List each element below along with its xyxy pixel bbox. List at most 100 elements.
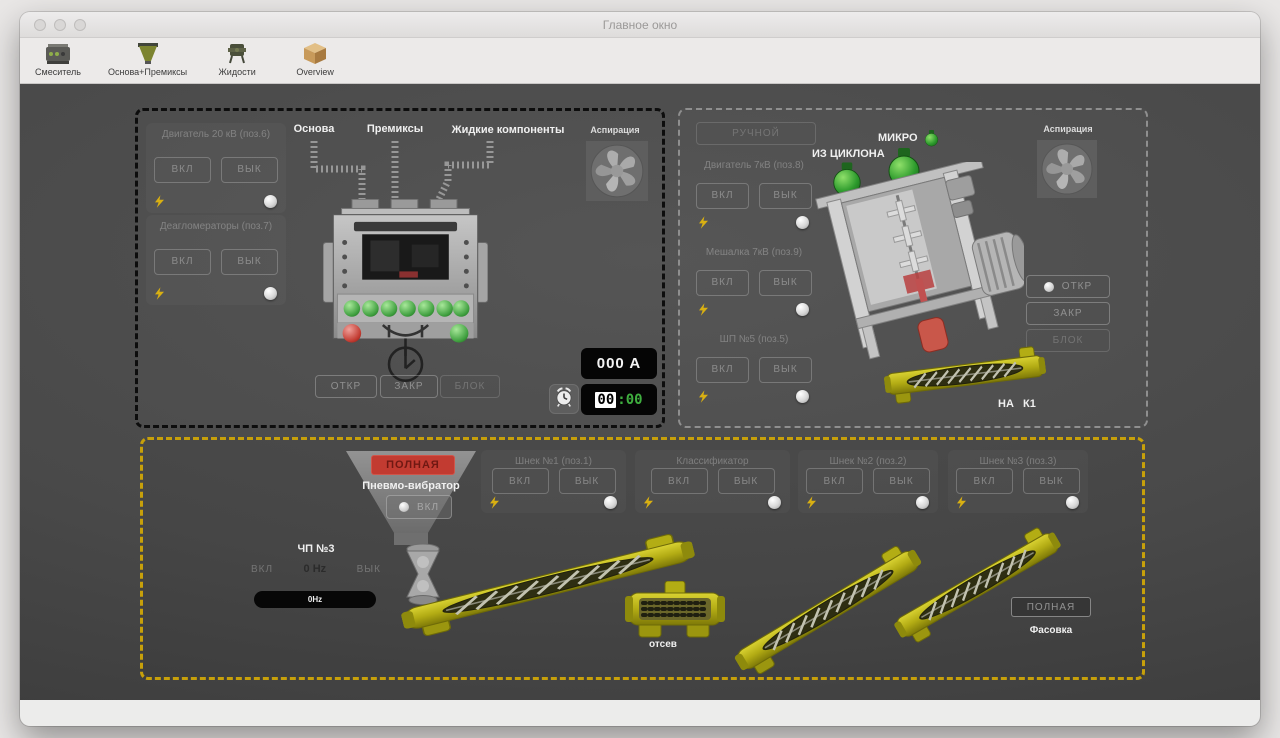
manual-mode-button[interactable]: РУЧНОЙ <box>696 122 816 145</box>
vibrator-on-label: ВКЛ <box>417 502 439 513</box>
vibrator-on-button[interactable]: ВКЛ <box>386 495 452 519</box>
status-dot-icon <box>1044 282 1054 292</box>
off-button[interactable]: ВЫК <box>718 468 775 494</box>
status-led <box>796 390 809 403</box>
packing-panel: ПОЛНАЯ Пневмо-вибратор ВКЛ ЧП №3 ВКЛ 0 H… <box>140 437 1145 680</box>
screw3-group: Шнек №3 (поз.3) ВКЛ ВЫК <box>948 450 1088 513</box>
on-button[interactable]: ВКЛ <box>956 468 1013 494</box>
micro-mixer-machine-image <box>814 162 1024 362</box>
open-button-label: ОТКР <box>1062 281 1092 292</box>
on-button[interactable]: ВКЛ <box>651 468 708 494</box>
off-button[interactable]: ВЫК <box>1023 468 1080 494</box>
mixer-machine-icon <box>45 41 71 66</box>
power-icon <box>807 496 816 509</box>
group-title: Шнек №1 (поз.1) <box>487 456 620 467</box>
on-button[interactable]: ВКЛ <box>696 270 749 296</box>
group-title: Шнек №3 (поз.3) <box>954 456 1082 467</box>
off-button[interactable]: ВЫК <box>759 183 812 209</box>
status-led <box>796 216 809 229</box>
on-button[interactable]: ВКЛ <box>806 468 863 494</box>
toolbar-label: Жидости <box>219 67 256 77</box>
screw1-group: Шнек №1 (поз.1) ВКЛ ВЫК <box>481 450 626 513</box>
classifier-group: Классификатор ВКЛ ВЫК <box>635 450 790 513</box>
toolbar-label: Overview <box>296 67 334 77</box>
power-icon <box>490 496 499 509</box>
status-led <box>916 496 929 509</box>
toolbar-item-mixer[interactable]: Смеситель <box>30 41 86 77</box>
status-led <box>768 496 781 509</box>
sieve-label: отсев <box>618 639 708 650</box>
micro-panel: РУЧНОЙ Двигатель 7кВ (поз.8) ВКЛ ВЫК Меш… <box>678 108 1148 428</box>
zoom-window-button[interactable] <box>74 19 86 31</box>
status-led <box>1066 496 1079 509</box>
motor-7kv-group: Двигатель 7кВ (поз.8) ВКЛ ВЫК <box>690 154 818 234</box>
liquids-machine-icon <box>224 41 250 66</box>
status-dot-icon <box>399 502 409 512</box>
status-led <box>796 303 809 316</box>
off-button[interactable]: ВЫК <box>559 468 616 494</box>
alarm-clock-icon <box>553 386 575 413</box>
micro-valve-icon <box>924 130 939 152</box>
app-window: Главное окно Смеситель Основа+Премиксы Ж… <box>20 12 1260 726</box>
toolbar-item-base-premixes[interactable]: Основа+Премиксы <box>108 41 187 77</box>
timer-seconds: :00 <box>617 392 642 408</box>
from-cyclone-label: ИЗ ЦИКЛОНА <box>812 148 885 160</box>
power-icon <box>644 496 653 509</box>
power-icon <box>957 496 966 509</box>
toolbar-item-overview[interactable]: Overview <box>287 41 343 77</box>
current-display: 000 A <box>581 348 657 379</box>
scada-canvas: Двигатель 20 кВ (поз.6) ВКЛ ВЫК Деагломе… <box>20 84 1260 700</box>
open-button[interactable]: ОТКР <box>1026 275 1110 298</box>
vfd-off-button[interactable]: ВЫК <box>357 564 381 575</box>
timer-display[interactable]: 00:00 <box>581 384 657 415</box>
window-title: Главное окно <box>603 18 677 32</box>
off-button[interactable]: ВЫК <box>759 270 812 296</box>
sieve-drum-image <box>625 581 725 639</box>
hopper-icon <box>135 41 161 66</box>
close-button[interactable]: ЗАКР <box>1026 302 1110 325</box>
toolbar-label: Основа+Премиксы <box>108 67 187 77</box>
close-window-button[interactable] <box>34 19 46 31</box>
power-icon <box>699 216 708 229</box>
mixer-panel: Двигатель 20 кВ (поз.6) ВКЛ ВЫК Деагломе… <box>135 108 665 428</box>
off-button[interactable]: ВЫК <box>759 357 812 383</box>
shp5-group: ШП №5 (поз.5) ВКЛ ВЫК <box>690 328 818 408</box>
vfd-frequency-bar: 0Hz <box>254 591 376 608</box>
toolbar: Смеситель Основа+Премиксы Жидости Overvi… <box>20 38 1260 84</box>
packing-label: Фасовка <box>1015 625 1087 636</box>
screw2-group: Шнек №2 (поз.2) ВКЛ ВЫК <box>798 450 938 513</box>
status-led <box>604 496 617 509</box>
group-title: ШП №5 (поз.5) <box>696 334 812 345</box>
titlebar: Главное окно <box>20 12 1260 38</box>
agitator-7kv-group: Мешалка 7кВ (поз.9) ВКЛ ВЫК <box>690 241 818 321</box>
on-button[interactable]: ВКЛ <box>696 183 749 209</box>
group-title: Классификатор <box>641 456 784 467</box>
minimize-window-button[interactable] <box>54 19 66 31</box>
open-button[interactable]: ОТКР <box>315 375 377 398</box>
timer-clock-button[interactable] <box>549 384 579 414</box>
hopper-full-indicator: ПОЛНАЯ <box>371 455 455 475</box>
packing-full-button[interactable]: ПОЛНАЯ <box>1011 597 1091 617</box>
group-title: Шнек №2 (поз.2) <box>804 456 932 467</box>
pneumo-vibrator-label: Пневмо-вибратор <box>346 480 476 492</box>
on-button[interactable]: ВКЛ <box>492 468 549 494</box>
aspiration-label: Аспирация <box>1035 124 1101 134</box>
on-button[interactable]: ВКЛ <box>696 357 749 383</box>
close-button[interactable]: ЗАКР <box>380 375 438 398</box>
timer-minutes[interactable]: 00 <box>595 392 616 408</box>
off-button[interactable]: ВЫК <box>873 468 930 494</box>
aspiration-fan-icon <box>586 141 648 201</box>
micro-label: МИКРО <box>878 132 918 144</box>
group-title: Мешалка 7кВ (поз.9) <box>696 247 812 258</box>
aspiration-fan-icon <box>1037 140 1097 198</box>
window-controls <box>34 19 86 31</box>
toolbar-label: Смеситель <box>35 67 81 77</box>
group-title: Двигатель 7кВ (поз.8) <box>696 160 812 171</box>
aspiration-label: Аспирация <box>580 125 650 135</box>
vfd-frequency: 0 Hz <box>304 563 327 575</box>
toolbar-item-liquids[interactable]: Жидости <box>209 41 265 77</box>
vfd-title: ЧП №3 <box>271 543 361 555</box>
block-button[interactable]: БЛОК <box>440 375 500 398</box>
vfd-on-button[interactable]: ВКЛ <box>251 564 273 575</box>
mixer-machine-image <box>323 199 488 383</box>
